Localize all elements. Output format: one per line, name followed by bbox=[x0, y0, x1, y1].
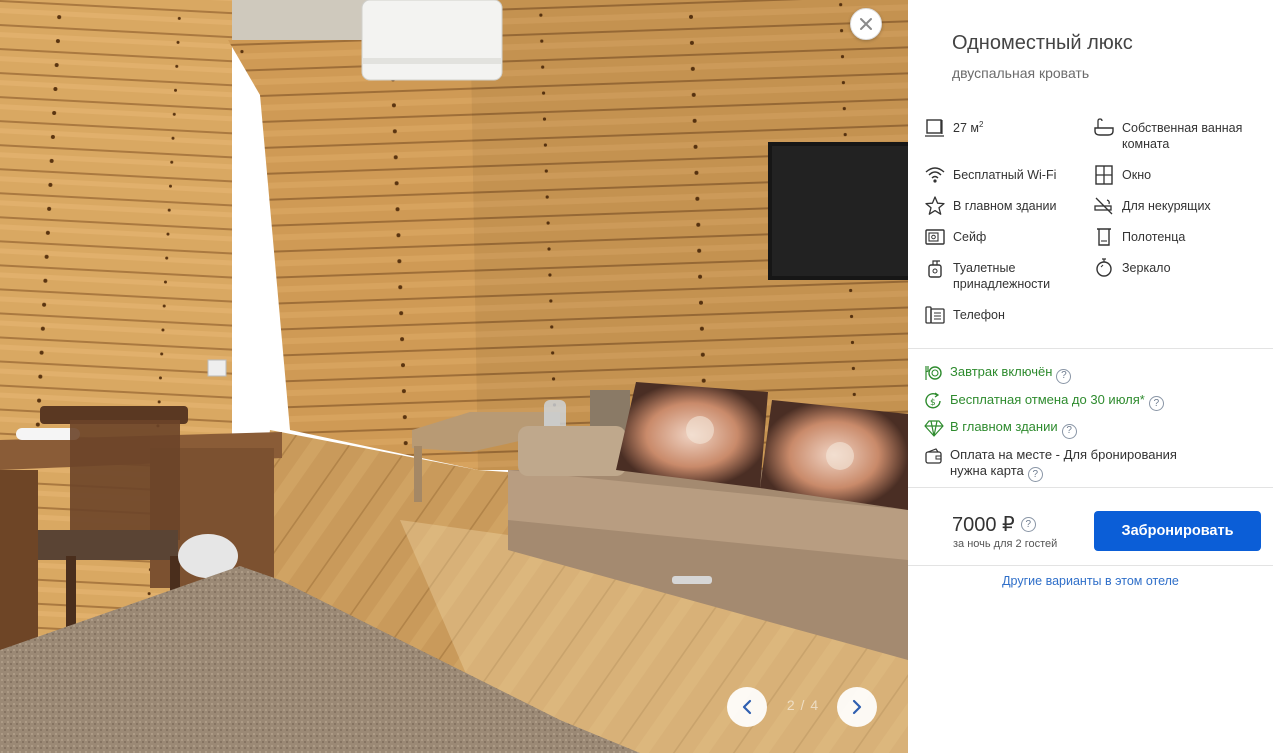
close-button[interactable] bbox=[850, 8, 882, 40]
amenity-mirror: Зеркало bbox=[1093, 257, 1263, 279]
amenity-safe: Сейф bbox=[924, 229, 1084, 248]
room-photo-illustration bbox=[0, 0, 908, 753]
bathtub-icon bbox=[1093, 117, 1115, 139]
amenity-area: 27 м2 bbox=[924, 117, 1084, 139]
window-icon bbox=[1093, 164, 1115, 186]
amenity-non-smoking: Для некурящих bbox=[1093, 195, 1263, 217]
chevron-right-icon bbox=[852, 699, 862, 715]
no-smoking-icon bbox=[1093, 195, 1115, 217]
divider bbox=[908, 565, 1273, 566]
amenity-toiletries: Туалетные принадлежности bbox=[924, 260, 1084, 292]
divider bbox=[908, 348, 1273, 349]
book-button[interactable]: Забронировать bbox=[1094, 511, 1261, 551]
perk-main-building: В главном здании? bbox=[924, 419, 1264, 439]
chevron-left-icon bbox=[742, 699, 752, 715]
help-icon[interactable]: ? bbox=[1027, 467, 1043, 482]
next-photo-button[interactable] bbox=[837, 687, 877, 727]
amenity-towels: Полотенца bbox=[1093, 226, 1263, 248]
room-details-panel: Одноместный люкс двуспальная кровать 27 … bbox=[908, 0, 1273, 753]
wallet-icon bbox=[924, 447, 944, 465]
diamond-icon bbox=[924, 419, 944, 437]
mirror-icon bbox=[1093, 257, 1115, 279]
price-value: 7000 ₽ bbox=[952, 514, 1015, 536]
perk-free-cancellation: $ Бесплатная отмена до 30 июля*? bbox=[924, 391, 1264, 411]
wifi-icon bbox=[924, 164, 946, 186]
svg-text:$: $ bbox=[930, 398, 936, 408]
safe-icon bbox=[924, 226, 946, 248]
price: 7000 ₽ ? bbox=[952, 512, 1036, 537]
other-options-link[interactable]: Другие варианты в этом отеле bbox=[908, 574, 1273, 588]
help-icon[interactable]: ? bbox=[1020, 517, 1036, 532]
refund-icon: $ bbox=[924, 391, 944, 410]
room-photo: 2 / 4 bbox=[0, 0, 908, 753]
phone-icon bbox=[924, 304, 946, 326]
photo-counter: 2 / 4 bbox=[786, 697, 820, 713]
help-icon[interactable]: ? bbox=[1061, 423, 1077, 439]
room-subtitle: двуспальная кровать bbox=[952, 65, 1090, 81]
star-icon bbox=[924, 195, 946, 217]
help-icon[interactable]: ? bbox=[1148, 396, 1164, 411]
amenity-window: Окно bbox=[1093, 164, 1263, 186]
perk-pay-on-site: Оплата на месте - Для бронирования нужна… bbox=[924, 447, 1214, 482]
toiletries-icon bbox=[924, 257, 946, 279]
amenity-main-building: В главном здании bbox=[924, 195, 1084, 217]
help-icon[interactable]: ? bbox=[1056, 368, 1072, 384]
amenity-phone: Телефон bbox=[924, 304, 1084, 326]
amenity-wifi: Бесплатный Wi-Fi bbox=[924, 167, 1084, 186]
area-icon bbox=[924, 117, 946, 139]
close-icon bbox=[860, 18, 872, 30]
breakfast-icon bbox=[924, 364, 944, 382]
perk-breakfast: Завтрак включён? bbox=[924, 364, 1264, 384]
towel-icon bbox=[1093, 226, 1115, 248]
perks-list: Завтрак включён? $ Бесплатная отмена до … bbox=[924, 364, 1264, 490]
room-title: Одноместный люкс bbox=[952, 32, 1133, 54]
prev-photo-button[interactable] bbox=[727, 687, 767, 727]
amenity-bathroom: Собственная ванная комната bbox=[1093, 117, 1263, 152]
price-note: за ночь для 2 гостей bbox=[953, 538, 1058, 550]
divider bbox=[908, 487, 1273, 488]
